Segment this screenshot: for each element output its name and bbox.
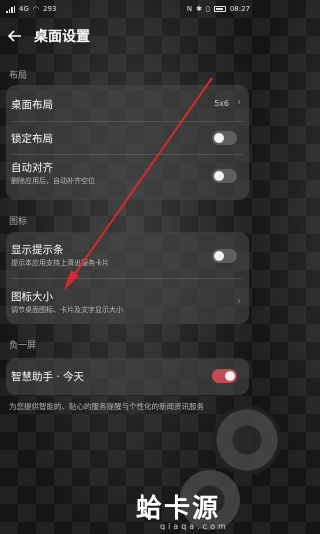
watermark: 蛤卡源 qiaqa.com <box>130 488 252 534</box>
watermark-logo: 蛤卡源 <box>136 494 221 524</box>
watermark-url: qiaqa.com <box>160 522 229 531</box>
annotation-arrow <box>64 77 213 290</box>
